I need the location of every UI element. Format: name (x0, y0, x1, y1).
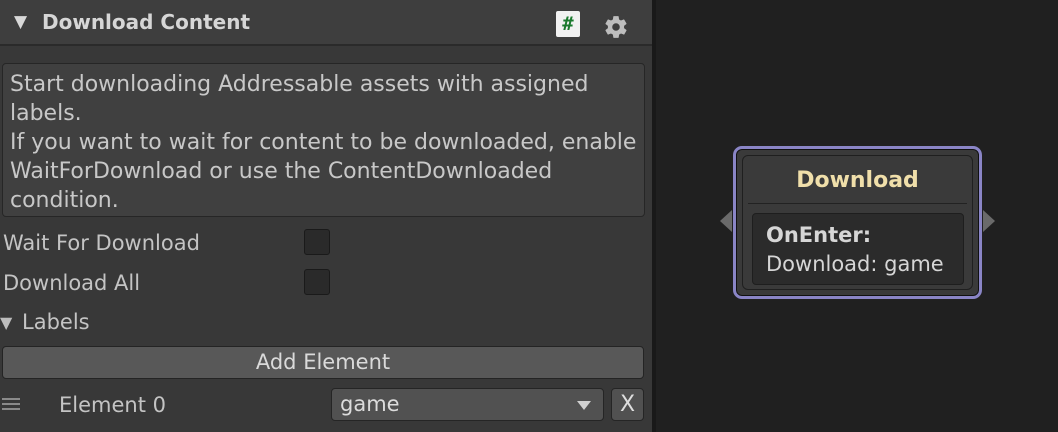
labels-fold-triangle-icon[interactable]: ▼ (0, 313, 12, 332)
element-0-label: Element 0 (59, 393, 166, 417)
node-event-label: OnEnter: (766, 223, 872, 247)
labels-section-title[interactable]: Labels (22, 310, 90, 334)
download-all-label: Download All (3, 271, 141, 295)
panel-divider[interactable] (652, 0, 656, 432)
inspector-panel: ▼ Download Content # Start downloading A… (0, 0, 652, 432)
node-separator (748, 203, 967, 204)
element-0-dropdown[interactable]: game (331, 388, 604, 421)
node-title: Download (796, 168, 919, 193)
element-0-value: game (340, 392, 400, 416)
help-box: Start downloading Addressable assets wit… (2, 63, 645, 217)
csharp-script-icon[interactable]: # (556, 11, 580, 37)
component-title: Download Content (42, 10, 251, 34)
port-out-icon[interactable] (983, 210, 995, 232)
state-node-download[interactable]: Download OnEnter: Download: game (733, 146, 982, 299)
dropdown-arrow-icon (577, 401, 591, 410)
gear-icon[interactable] (603, 14, 629, 40)
node-action-label: Download: game (766, 252, 944, 276)
wait-for-download-checkbox[interactable] (304, 229, 330, 255)
component-header[interactable]: ▼ Download Content # (0, 0, 652, 46)
fold-triangle-icon[interactable]: ▼ (14, 12, 27, 32)
remove-element-button[interactable]: X (611, 388, 644, 421)
wait-for-download-label: Wait For Download (3, 231, 200, 255)
drag-handle-icon[interactable] (2, 398, 20, 412)
node-actions-box: OnEnter: Download: game (752, 213, 964, 285)
add-element-button[interactable]: Add Element (2, 346, 644, 379)
download-all-checkbox[interactable] (304, 269, 330, 295)
port-in-icon[interactable] (720, 210, 732, 232)
